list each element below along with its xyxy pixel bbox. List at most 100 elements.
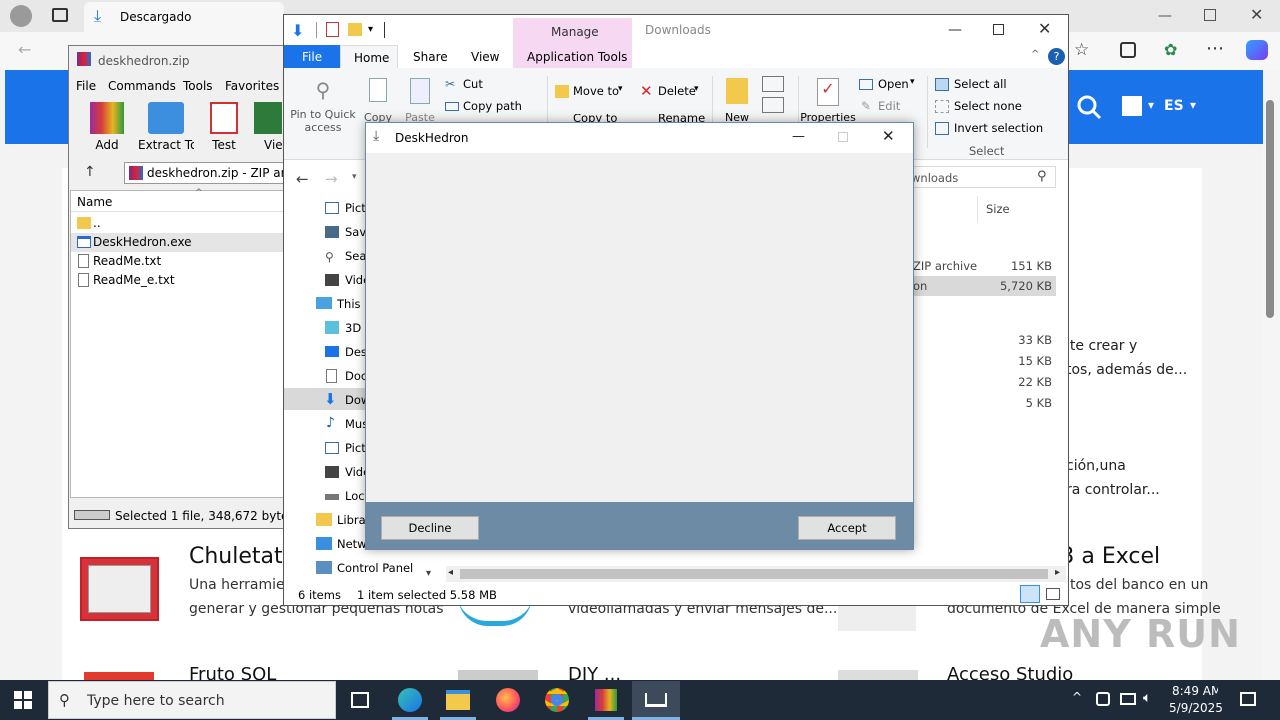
chevron-down-icon[interactable]: ▾ (1148, 98, 1154, 112)
new-item-icon[interactable] (762, 76, 784, 92)
menu-favorites[interactable]: Favorites (225, 79, 279, 93)
test-button[interactable]: Test (204, 102, 244, 154)
app-title[interactable]: Acceso Studio (947, 664, 1097, 680)
show-hidden-icons[interactable]: ^ (1072, 690, 1082, 704)
large-icons-view-icon[interactable] (1046, 588, 1060, 600)
extract-to-button[interactable]: Extract To (138, 102, 194, 154)
edit-button[interactable]: ✎ Edit (859, 99, 919, 115)
cut-button[interactable]: ✂ Cut (445, 77, 535, 93)
extensions-icon[interactable]: ✿ (1164, 40, 1177, 59)
maximize-icon[interactable] (993, 24, 1004, 35)
app-thumbnail[interactable] (838, 670, 918, 680)
app-thumbnail[interactable] (84, 672, 154, 680)
task-view-button[interactable] (336, 681, 384, 719)
collections-icon[interactable] (1120, 42, 1136, 58)
list-item[interactable]: ReadMe.txt (71, 252, 285, 271)
properties-qat-icon[interactable] (326, 22, 339, 37)
tab-home[interactable]: Home (340, 45, 398, 69)
select-none-button[interactable]: Select none (935, 99, 1035, 115)
taskbar-file-explorer[interactable] (434, 681, 482, 719)
recent-dropdown-icon[interactable]: ▾ (352, 172, 357, 182)
favorite-star-icon[interactable]: ☆ (1074, 40, 1089, 60)
site-search-button[interactable] (1070, 88, 1108, 126)
more-icon[interactable]: ⋯ (1206, 38, 1224, 59)
nav-pictures[interactable]: Pict (345, 201, 366, 215)
close-icon[interactable]: ✕ (1250, 5, 1263, 24)
close-icon[interactable]: ✕ (1038, 19, 1051, 38)
tab-view[interactable]: View (471, 50, 499, 64)
taskbar-winrar[interactable] (582, 681, 630, 719)
browser-tab[interactable]: ⤓ Descargado (84, 2, 284, 32)
easy-access-icon[interactable] (762, 97, 784, 113)
help-icon[interactable]: ? (1048, 48, 1065, 65)
collapse-ribbon-icon[interactable]: ^ (1031, 49, 1039, 60)
forward-icon[interactable]: → (325, 170, 338, 188)
properties-button[interactable]: ✓ Properties (800, 78, 856, 124)
start-button[interactable] (14, 691, 32, 709)
up-folder-icon[interactable]: ↑ (84, 164, 96, 180)
chevron-down-icon[interactable]: ▾ (1190, 98, 1196, 112)
close-icon[interactable]: ✕ (882, 127, 895, 145)
profile-avatar[interactable] (10, 5, 32, 27)
taskbar-edge[interactable] (386, 681, 434, 719)
minimize-icon[interactable]: — (1158, 8, 1172, 24)
scroll-right-icon[interactable]: ▸ (1055, 567, 1060, 578)
qat-dropdown-icon[interactable]: ▾ (368, 24, 373, 35)
taskbar-chrome[interactable] (533, 681, 581, 719)
move-to-button[interactable]: Move to ▾ (555, 84, 631, 100)
path-bar[interactable]: deskhedron.zip - ZIP archi (124, 162, 286, 184)
delete-button[interactable]: ✕ Delete ▾ (640, 82, 706, 100)
list-item-selected[interactable]: DeskHedron.exe (71, 233, 285, 252)
new-folder-qat-icon[interactable] (348, 23, 362, 36)
pin-quick-access-button[interactable]: ⚲ Pin to Quick access (288, 78, 358, 138)
nav-control-panel[interactable]: Control Panel (337, 561, 413, 575)
copy-path-button[interactable]: Copy path (445, 99, 545, 115)
nav-documents[interactable]: Doc (345, 369, 367, 383)
clock-date[interactable]: 5/9/2025 (1168, 701, 1224, 715)
list-item[interactable]: ReadMe_e.txt (71, 271, 285, 290)
scrollbar-thumb[interactable] (1266, 100, 1274, 318)
app-thumbnail[interactable] (838, 605, 916, 631)
menu-file[interactable]: File (76, 79, 96, 93)
network-icon[interactable] (1120, 693, 1136, 705)
tab-share[interactable]: Share (413, 50, 448, 64)
app-thumbnail[interactable] (80, 557, 159, 621)
column-header[interactable]: Name ^ (71, 188, 285, 212)
tab-actions-icon[interactable] (52, 8, 68, 22)
taskbar-firefox[interactable] (484, 681, 532, 719)
app-thumbnail[interactable] (458, 670, 538, 680)
new-folder-button[interactable]: New (720, 78, 754, 124)
select-all-button[interactable]: Select all (935, 77, 1035, 93)
nav-network[interactable]: Netw (337, 537, 367, 551)
column-size[interactable]: Size (986, 202, 1010, 216)
minimize-icon[interactable]: — (948, 22, 962, 38)
windows-filter-icon[interactable] (1122, 96, 1142, 116)
clock-time[interactable]: 8:49 AM (1172, 684, 1218, 698)
scrollbar-thumb[interactable] (460, 569, 1048, 579)
file-row[interactable]: ZIP archive 151 KB (910, 256, 1056, 276)
volume-icon[interactable]: 🔈︎ (1143, 690, 1151, 706)
menu-tools[interactable]: Tools (183, 79, 213, 93)
nav-pictures-pc[interactable]: Pict (345, 441, 366, 455)
taskbar-deskhedron[interactable] (632, 681, 680, 719)
tab-file[interactable]: File (284, 45, 340, 69)
details-view-icon[interactable] (1020, 585, 1040, 603)
scroll-left-icon[interactable]: ◂ (448, 567, 453, 578)
paste-button[interactable]: Paste (404, 78, 436, 124)
open-button[interactable]: Open ▾ (859, 77, 921, 93)
back-icon[interactable]: ← (296, 170, 309, 188)
decline-button[interactable]: Decline (381, 516, 479, 540)
list-item[interactable]: .. (71, 214, 285, 233)
menu-commands[interactable]: Commands (108, 79, 176, 93)
back-icon[interactable]: ← (18, 40, 31, 59)
security-icon[interactable] (1096, 692, 1110, 706)
taskbar-search[interactable]: ⚲ Type here to search (48, 681, 336, 719)
app-title[interactable]: Fruto SQL (189, 664, 309, 680)
invert-selection-button[interactable]: Invert selection (935, 121, 1045, 137)
file-row-selected[interactable]: on 5,720 KB (910, 276, 1056, 296)
copilot-icon[interactable] (1246, 40, 1268, 60)
app-title[interactable]: DIY ... (568, 664, 688, 680)
restore-icon[interactable] (1204, 9, 1216, 21)
tab-application-tools[interactable]: Application Tools (527, 50, 627, 64)
search-input[interactable]: wnloads ⚲ (906, 166, 1056, 188)
